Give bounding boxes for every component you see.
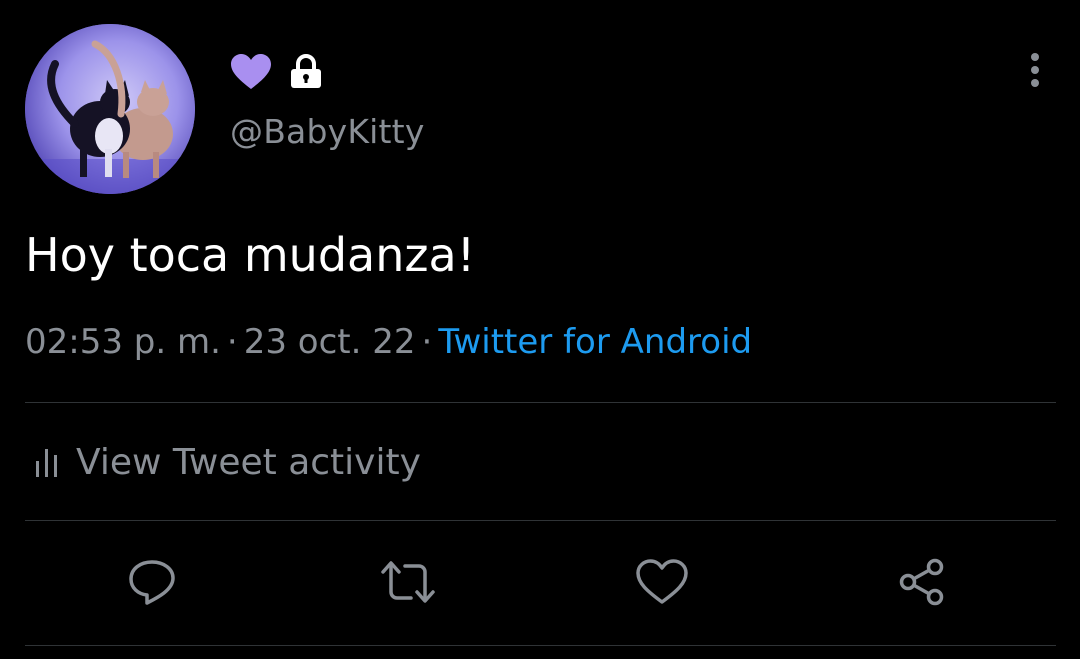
tweet-meta: 02:53 p. m. · 23 oct. 22 · Twitter for Andro… [25,322,752,362]
tweet-text: Hoy toca mudanza! [25,228,476,282]
display-name [230,52,324,92]
avatar[interactable] [25,24,195,194]
tweet-date: 23 oct. 22 [243,322,416,362]
user-handle[interactable]: @BabyKitty [230,112,425,151]
lock-icon [288,54,324,90]
divider [25,645,1056,646]
share-icon [899,558,944,606]
reply-button[interactable] [122,552,182,612]
bar-chart-icon [36,449,57,477]
meta-separator: · [421,322,433,362]
tweet-time: 02:53 p. m. [25,322,221,362]
vertical-ellipsis-icon [1031,53,1039,87]
divider [25,520,1056,521]
view-tweet-activity-label: View Tweet activity [76,441,421,483]
tweet-source-link[interactable]: Twitter for Android [438,322,752,362]
cats-avatar [25,24,195,194]
share-button[interactable] [892,552,952,612]
more-options-button[interactable] [1020,50,1050,90]
like-button[interactable] [632,552,692,612]
divider [25,402,1056,403]
reply-icon [129,560,175,605]
meta-separator: · [226,322,238,362]
retweet-button[interactable] [378,552,438,612]
view-tweet-activity-button[interactable]: View Tweet activity [34,438,421,486]
heart-icon [636,559,688,604]
tweet-action-bar [0,552,1080,612]
purple-heart-icon [230,53,272,91]
retweet-icon [381,561,435,603]
